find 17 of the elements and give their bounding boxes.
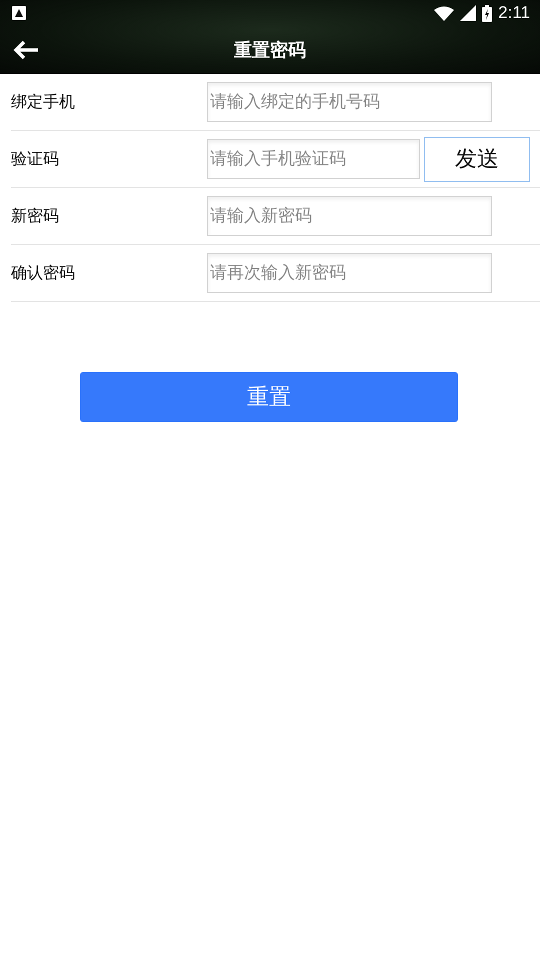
input-field[interactable]: 请输入绑定的手机号码 <box>207 82 492 122</box>
input-field[interactable]: 请再次输入新密码 <box>207 253 492 293</box>
field-label: 绑定手机 <box>11 92 76 112</box>
signal-icon <box>460 5 476 21</box>
notification-icon <box>12 6 26 20</box>
page-title: 重置密码 <box>234 39 306 62</box>
send-button[interactable]: 发送 <box>424 136 530 182</box>
wifi-icon <box>434 6 454 20</box>
input-field[interactable]: 请输入新密码 <box>207 196 492 236</box>
field-label: 验证码 <box>11 148 60 170</box>
reset-button[interactable]: 重置 <box>80 372 458 422</box>
back-arrow-icon <box>12 39 40 61</box>
field-label: 新密码 <box>11 206 60 226</box>
input-field[interactable]: 请输入手机验证码 <box>207 139 420 179</box>
field-label: 确认密码 <box>11 262 76 284</box>
status-time: 2:11 <box>498 3 530 23</box>
battery-icon <box>482 4 492 22</box>
